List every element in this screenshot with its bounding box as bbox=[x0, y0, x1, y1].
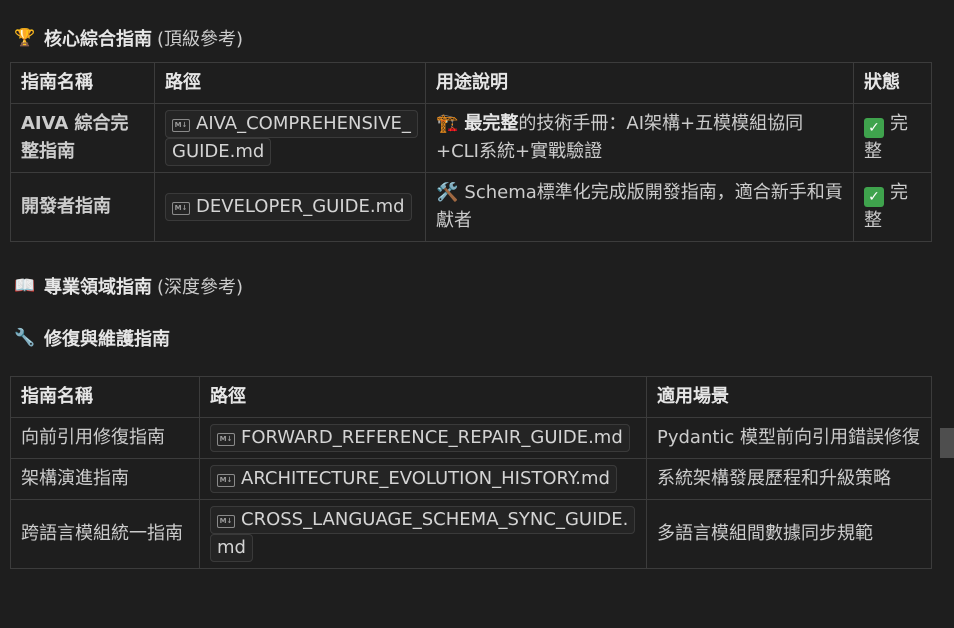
section-title: 修復與維護指南 bbox=[44, 329, 170, 350]
file-path-link[interactable]: M↓ ARCHITECTURE_EVOLUTION_HISTORY.md bbox=[210, 465, 617, 493]
table-row: 跨語言模組統一指南 M↓ CROSS_LANGUAGE_SCHEMA_SYNC_G… bbox=[10, 499, 932, 569]
core-guides-table: 指南名稱 路徑 用途說明 狀態 AIVA 綜合完整指南 M↓ AIVA_COMPR… bbox=[10, 62, 932, 242]
guide-name: 架構演進指南 bbox=[10, 458, 200, 500]
section-subtitle: (深度參考) bbox=[157, 277, 244, 298]
table-header-row: 指南名稱 路徑 適用場景 bbox=[10, 376, 932, 418]
markdown-file-icon: M↓ bbox=[172, 202, 190, 215]
file-path-link[interactable]: M↓ CROSS_LANGUAGE_SCHEMA_SYNC_GUIDE.md bbox=[210, 506, 636, 562]
guide-path-cell: M↓ AIVA_COMPREHENSIVE_GUIDE.md bbox=[154, 103, 426, 173]
column-header-status: 狀態 bbox=[853, 62, 932, 104]
column-header-path: 路徑 bbox=[154, 62, 426, 104]
markdown-file-icon: M↓ bbox=[217, 433, 235, 446]
markdown-file-icon: M↓ bbox=[217, 474, 235, 487]
guide-status: ✓ 完整 bbox=[853, 172, 932, 242]
check-mark-button-icon: ✓ bbox=[864, 118, 884, 138]
guide-path-cell: M↓ FORWARD_REFERENCE_REPAIR_GUIDE.md bbox=[199, 417, 647, 459]
file-path-text: AIVA_COMPREHENSIVE_GUIDE.md bbox=[172, 113, 411, 162]
table-row: 架構演進指南 M↓ ARCHITECTURE_EVOLUTION_HISTORY.… bbox=[10, 458, 932, 500]
description-text: Schema標準化完成版開發指南，適合新手和貢獻者 bbox=[436, 182, 843, 231]
table-header-row: 指南名稱 路徑 用途說明 狀態 bbox=[10, 62, 932, 104]
file-path-text: ARCHITECTURE_EVOLUTION_HISTORY.md bbox=[241, 468, 610, 489]
open-book-icon: 📖 bbox=[14, 276, 36, 296]
guide-name: 開發者指南 bbox=[10, 172, 155, 242]
section-title: 核心綜合指南 bbox=[44, 29, 152, 50]
guide-path-cell: M↓ CROSS_LANGUAGE_SCHEMA_SYNC_GUIDE.md bbox=[199, 499, 647, 569]
repair-guides-table: 指南名稱 路徑 適用場景 向前引用修復指南 M↓ FORWARD_REFERENC… bbox=[10, 376, 932, 569]
guide-name: 向前引用修復指南 bbox=[10, 417, 200, 459]
guide-path-cell: M↓ ARCHITECTURE_EVOLUTION_HISTORY.md bbox=[199, 458, 647, 500]
section-heading-repair: 🔧 修復與維護指南 bbox=[14, 323, 170, 353]
markdown-file-icon: M↓ bbox=[172, 119, 190, 132]
section-heading-domain: 📖 專業領域指南 (深度參考) bbox=[14, 271, 243, 301]
description-highlight: 最完整 bbox=[464, 113, 519, 134]
construction-icon: 🏗️ bbox=[436, 113, 459, 134]
guide-scenario: 系統架構發展歷程和升級策略 bbox=[646, 458, 932, 500]
table-row: AIVA 綜合完整指南 M↓ AIVA_COMPREHENSIVE_GUIDE.m… bbox=[10, 103, 932, 173]
column-header-scenario: 適用場景 bbox=[646, 376, 932, 418]
file-path-text: DEVELOPER_GUIDE.md bbox=[196, 196, 405, 217]
guide-name: AIVA 綜合完整指南 bbox=[10, 103, 155, 173]
guide-description: 🛠️ Schema標準化完成版開發指南，適合新手和貢獻者 bbox=[425, 172, 854, 242]
trophy-icon: 🏆 bbox=[14, 28, 36, 48]
vertical-scrollbar-thumb[interactable] bbox=[940, 428, 954, 458]
guide-description: 🏗️ 最完整的技術手冊：AI架構+五模模組協同+CLI系統+實戰驗證 bbox=[425, 103, 854, 173]
guide-status: ✓ 完整 bbox=[853, 103, 932, 173]
section-subtitle: (頂級參考) bbox=[157, 29, 244, 50]
guide-path-cell: M↓ DEVELOPER_GUIDE.md bbox=[154, 172, 426, 242]
column-header-path: 路徑 bbox=[199, 376, 647, 418]
section-title: 專業領域指南 bbox=[44, 277, 152, 298]
file-path-text: FORWARD_REFERENCE_REPAIR_GUIDE.md bbox=[241, 427, 623, 448]
column-header-description: 用途說明 bbox=[425, 62, 854, 104]
column-header-name: 指南名稱 bbox=[10, 376, 200, 418]
guide-scenario: Pydantic 模型前向引用錯誤修復 bbox=[646, 417, 932, 459]
file-path-text: CROSS_LANGUAGE_SCHEMA_SYNC_GUIDE.md bbox=[217, 509, 629, 558]
guide-name: 跨語言模組統一指南 bbox=[10, 499, 200, 569]
file-path-link[interactable]: M↓ DEVELOPER_GUIDE.md bbox=[165, 193, 412, 221]
section-heading-core: 🏆 核心綜合指南 (頂級參考) bbox=[14, 23, 243, 53]
file-path-link[interactable]: M↓ FORWARD_REFERENCE_REPAIR_GUIDE.md bbox=[210, 424, 630, 452]
guide-scenario: 多語言模組間數據同步規範 bbox=[646, 499, 932, 569]
markdown-file-icon: M↓ bbox=[217, 515, 235, 528]
wrench-icon: 🔧 bbox=[14, 328, 36, 348]
hammer-and-wrench-icon: 🛠️ bbox=[436, 182, 459, 203]
table-row: 向前引用修復指南 M↓ FORWARD_REFERENCE_REPAIR_GUID… bbox=[10, 417, 932, 459]
check-mark-button-icon: ✓ bbox=[864, 187, 884, 207]
table-row: 開發者指南 M↓ DEVELOPER_GUIDE.md 🛠️ Schema標準化完成… bbox=[10, 172, 932, 242]
column-header-name: 指南名稱 bbox=[10, 62, 155, 104]
file-path-link[interactable]: M↓ AIVA_COMPREHENSIVE_GUIDE.md bbox=[165, 110, 418, 166]
